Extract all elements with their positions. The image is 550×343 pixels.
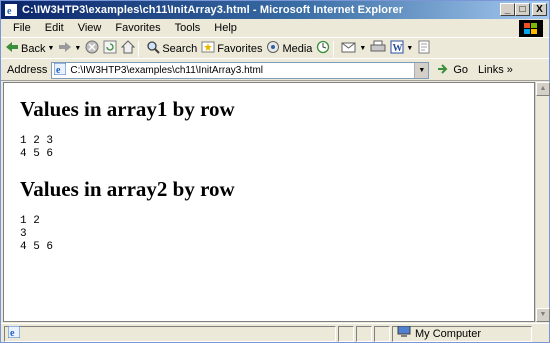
- array1-heading: Values in array1 by row: [20, 97, 235, 121]
- scroll-up-icon[interactable]: ▲: [536, 82, 550, 96]
- search-label: Search: [162, 42, 198, 55]
- favorites-star-icon: [201, 40, 215, 57]
- go-button[interactable]: Go: [437, 63, 468, 78]
- menu-favorites[interactable]: Favorites: [108, 22, 167, 34]
- security-zone: My Computer: [392, 325, 532, 342]
- media-button[interactable]: Media: [266, 40, 312, 57]
- go-label: Go: [453, 64, 469, 76]
- my-computer-icon: [397, 325, 411, 341]
- svg-text:e: e: [56, 65, 61, 75]
- back-dropdown-icon[interactable]: ▼: [47, 45, 54, 52]
- links-button[interactable]: Links »: [478, 64, 513, 76]
- edit-button[interactable]: W ▼: [390, 40, 413, 57]
- home-button[interactable]: [121, 40, 136, 57]
- back-arrow-icon: [5, 41, 19, 56]
- menu-help[interactable]: Help: [207, 22, 244, 34]
- refresh-icon: [103, 40, 117, 57]
- stop-icon: [85, 40, 99, 57]
- toolbar-separator: [138, 40, 140, 57]
- windows-logo-icon: [519, 20, 543, 37]
- go-arrow-icon: [437, 63, 451, 78]
- word-icon: W: [390, 40, 404, 57]
- forward-arrow-icon: [58, 41, 72, 56]
- mail-icon: [341, 40, 357, 57]
- discuss-button[interactable]: [417, 40, 431, 57]
- status-cell: [338, 325, 354, 342]
- address-dropdown-icon[interactable]: ▼: [414, 62, 429, 78]
- maximize-button[interactable]: □: [515, 3, 530, 16]
- status-main-pane: e: [4, 325, 336, 342]
- search-button[interactable]: Search: [146, 40, 197, 57]
- print-button[interactable]: [370, 40, 386, 57]
- status-bar: e My Computer: [1, 323, 549, 343]
- svg-text:W: W: [393, 43, 403, 54]
- home-icon: [121, 40, 136, 57]
- discuss-icon: [417, 40, 431, 57]
- array1-values: 1 2 3 4 5 6: [20, 135, 54, 160]
- forward-button[interactable]: ▼: [58, 41, 81, 56]
- status-cell: [374, 325, 390, 342]
- menu-file[interactable]: File: [1, 22, 38, 34]
- menu-view[interactable]: View: [71, 22, 109, 34]
- history-icon: [316, 40, 330, 57]
- print-icon: [370, 40, 386, 57]
- standard-toolbar: Back ▼ ▼ Search Favorites Media ▼ W ▼: [1, 39, 549, 59]
- zone-label: My Computer: [415, 327, 482, 340]
- stop-button[interactable]: [85, 40, 99, 57]
- address-field[interactable]: e C:\IW3HTP3\examples\ch11\InitArray3.ht…: [51, 61, 430, 79]
- svg-text:e: e: [7, 6, 12, 16]
- edit-dropdown-icon[interactable]: ▼: [406, 45, 413, 52]
- window-title: C:\IW3HTP3\examples\ch11\InitArray3.html…: [22, 4, 404, 16]
- favorites-button[interactable]: Favorites: [201, 40, 262, 57]
- address-url: C:\IW3HTP3\examples\ch11\InitArray3.html: [70, 64, 264, 76]
- address-bar: Address e C:\IW3HTP3\examples\ch11\InitA…: [1, 60, 549, 81]
- close-button[interactable]: X: [532, 3, 547, 16]
- back-button[interactable]: Back ▼: [5, 41, 54, 56]
- mail-dropdown-icon[interactable]: ▼: [359, 45, 366, 52]
- search-icon: [146, 40, 161, 57]
- media-icon: [266, 40, 280, 57]
- favorites-label: Favorites: [217, 42, 263, 55]
- toolbar-separator: [333, 40, 335, 57]
- scroll-down-icon[interactable]: ▼: [536, 308, 550, 322]
- status-page-icon: e: [7, 325, 21, 341]
- page-content: Values in array1 by row 1 2 3 4 5 6 Valu…: [3, 82, 535, 322]
- title-bar[interactable]: e C:\IW3HTP3\examples\ch11\InitArray3.ht…: [1, 1, 549, 19]
- array2-values: 1 2 3 4 5 6: [20, 215, 54, 253]
- window-controls: _ □ X: [500, 3, 547, 16]
- media-label: Media: [282, 42, 313, 55]
- svg-text:e: e: [10, 328, 15, 338]
- array2-heading: Values in array2 by row: [20, 177, 235, 201]
- vertical-scrollbar[interactable]: ▲ ▼: [535, 82, 550, 322]
- menu-tools[interactable]: Tools: [168, 22, 208, 34]
- menu-edit[interactable]: Edit: [38, 22, 71, 34]
- forward-dropdown-icon[interactable]: ▼: [74, 45, 81, 52]
- menu-bar: File Edit View Favorites Tools Help: [1, 19, 549, 38]
- minimize-button[interactable]: _: [500, 3, 515, 16]
- back-label: Back: [21, 42, 46, 55]
- status-cell: [356, 325, 372, 342]
- ie-logo-icon: e: [5, 4, 17, 17]
- refresh-button[interactable]: [103, 40, 117, 57]
- history-button[interactable]: [316, 40, 330, 57]
- page-icon: e: [53, 62, 67, 78]
- mail-button[interactable]: ▼: [341, 40, 366, 57]
- address-label: Address: [7, 64, 48, 76]
- browser-window: e C:\IW3HTP3\examples\ch11\InitArray3.ht…: [0, 0, 550, 343]
